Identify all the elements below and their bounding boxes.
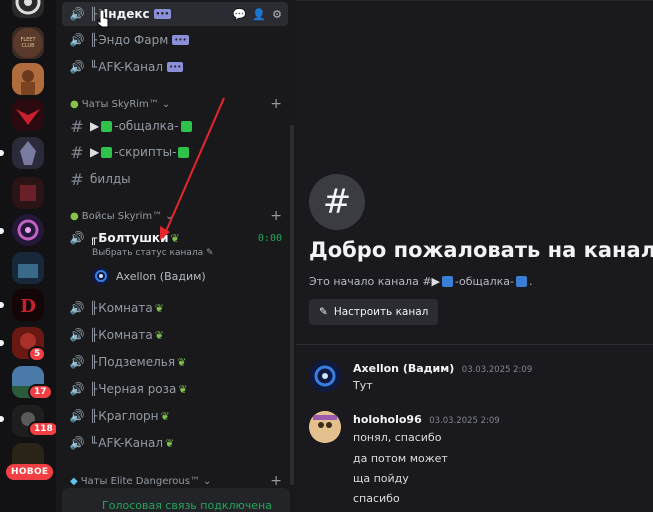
channel-hash-icon: #: [309, 174, 365, 230]
message-header: Axellon (Вадим) 03.03.2025 2:09: [353, 362, 532, 375]
pencil-icon: ✎: [319, 306, 328, 318]
server-icon-galaxy[interactable]: [12, 214, 44, 246]
message-header: holoholo96 03.03.2025 2:09: [353, 413, 500, 426]
new-servers-pill[interactable]: НОВОЕ: [6, 464, 54, 480]
timestamp: 03.03.2025 2:09: [461, 365, 533, 375]
play-icon: ▶: [431, 275, 441, 288]
server-icon-chest[interactable]: [12, 252, 44, 284]
avatar[interactable]: [309, 360, 341, 392]
start-channel-name: -общалка-: [455, 275, 514, 288]
channel-list: 🔊 ╟ Индекс ••• 💬 👤 ⚙ 🔊 ╟ Эндо Фарм ••• 🔊…: [56, 0, 296, 512]
blue-book-icon: [516, 276, 527, 287]
server-icon-portal[interactable]: [12, 177, 44, 209]
svg-text:CLUB: CLUB: [21, 43, 35, 49]
avatar[interactable]: [309, 411, 341, 443]
server-icon-settings[interactable]: [12, 0, 44, 18]
server-icon-knight[interactable]: [12, 137, 44, 169]
message-text: ща пойду: [353, 472, 409, 485]
cursor-icon: [97, 9, 109, 28]
unread-dot: [0, 340, 4, 346]
divider: [296, 344, 653, 345]
mention-badge: 118: [28, 421, 56, 437]
channel-start-text: Это начало канала # ▶ -общалка- .: [309, 275, 533, 288]
setup-channel-button[interactable]: ✎ Настроить канал: [309, 299, 439, 325]
author-name[interactable]: Axellon (Вадим): [353, 362, 454, 375]
blue-book-icon: [442, 276, 454, 287]
server-icon-diablo[interactable]: D: [12, 289, 44, 321]
svg-text:D: D: [20, 296, 36, 317]
unread-dot: [0, 228, 4, 234]
start-text: Это начало канала #: [309, 275, 432, 288]
unread-dot: [0, 416, 4, 422]
setup-label: Настроить канал: [333, 306, 429, 318]
message-text: Тут: [353, 379, 373, 392]
mention-badge: 5: [28, 346, 47, 362]
server-icon-fleet-carrier[interactable]: FLEET CLUB: [12, 27, 44, 59]
author-name[interactable]: holoholo96: [353, 413, 422, 426]
timestamp: 03.03.2025 2:09: [429, 416, 500, 426]
message-text: спасибо: [353, 492, 400, 505]
mention-badge: 17: [28, 384, 53, 400]
server-icon-dragon[interactable]: [12, 99, 44, 131]
chat-area: # Добро пожаловать на канал # Это начало…: [296, 0, 653, 512]
unread-dot: [0, 150, 4, 156]
unread-dot: [0, 302, 4, 308]
annotation-arrow: [160, 97, 225, 240]
welcome-title: Добро пожаловать на канал #: [309, 238, 653, 262]
server-rail: FLEET CLUB D 5 17 118 НОВОЕ: [0, 0, 56, 512]
server-icon-warrior[interactable]: [12, 63, 44, 95]
message-text: да потом может: [353, 452, 448, 465]
message-text: понял, спасибо: [353, 431, 442, 444]
